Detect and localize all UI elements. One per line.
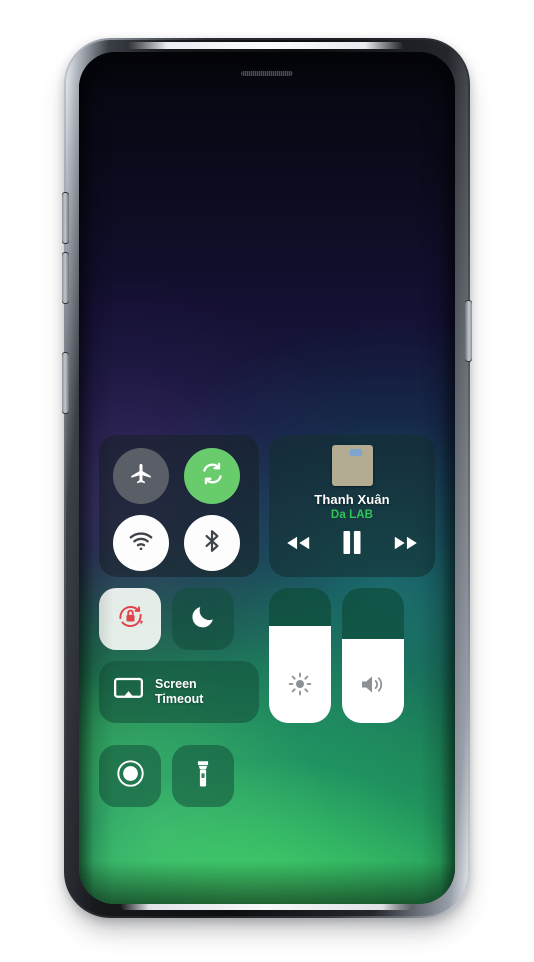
wifi-icon — [128, 528, 154, 559]
control-center-top-row: Thanh Xuân Da LAB — [99, 435, 435, 577]
control-center-middle-row: Screen Timeout — [99, 588, 435, 807]
bixby-button[interactable] — [62, 352, 69, 414]
bluetooth-icon — [199, 528, 225, 559]
volume-down-button[interactable] — [62, 252, 69, 304]
brightness-slider[interactable] — [269, 588, 331, 723]
screen-timeout-label: Screen Timeout — [155, 677, 203, 708]
wifi-toggle[interactable] — [113, 515, 169, 571]
earpiece-speaker-icon — [241, 71, 293, 76]
flashlight-tile[interactable] — [172, 745, 234, 807]
volume-speaker-icon — [342, 672, 404, 697]
bluetooth-toggle[interactable] — [184, 515, 240, 571]
phone-screen[interactable]: Thanh Xuân Da LAB Screen Timeout — [79, 52, 455, 904]
connectivity-group — [99, 435, 259, 577]
airplane-mode-toggle[interactable] — [113, 448, 169, 504]
rewind-button[interactable] — [284, 534, 312, 557]
screen-record-tile[interactable] — [99, 745, 161, 807]
rotation-lock-tile[interactable] — [99, 588, 161, 650]
night-mode-tile[interactable] — [172, 588, 234, 650]
fast-forward-icon — [392, 534, 420, 557]
crescent-moon-icon — [190, 603, 217, 635]
volume-slider[interactable] — [342, 588, 404, 723]
control-center: Thanh Xuân Da LAB Screen Timeout — [99, 435, 435, 886]
screen-mirror-icon — [113, 676, 144, 709]
power-button[interactable] — [465, 300, 472, 362]
tiles-row-top — [99, 588, 259, 650]
media-artist: Da LAB — [330, 509, 374, 521]
media-controls — [269, 530, 435, 560]
volume-up-button[interactable] — [62, 192, 69, 244]
sliders-group — [269, 588, 404, 807]
phone-top-chamfer — [128, 42, 404, 49]
airplane-icon — [128, 461, 154, 492]
rewind-icon — [284, 534, 312, 557]
media-player-card[interactable]: Thanh Xuân Da LAB — [269, 435, 435, 577]
media-title: Thanh Xuân — [314, 492, 390, 507]
rotation-lock-icon — [114, 600, 147, 638]
pause-button[interactable] — [341, 530, 363, 560]
record-circle-icon — [115, 758, 146, 794]
mobile-data-toggle[interactable] — [184, 448, 240, 504]
flashlight-icon — [190, 759, 216, 794]
brightness-sun-icon — [269, 671, 331, 697]
forward-button[interactable] — [392, 534, 420, 557]
album-artwork — [331, 445, 373, 486]
tiles-column: Screen Timeout — [99, 588, 259, 807]
sync-arrows-icon — [199, 460, 226, 492]
pause-icon — [341, 530, 363, 560]
screen-timeout-tile[interactable]: Screen Timeout — [99, 661, 259, 723]
screen-timeout-label-line2: Timeout — [155, 692, 204, 706]
screen-timeout-label-line1: Screen — [155, 676, 197, 691]
tiles-row-bottom — [99, 745, 259, 807]
